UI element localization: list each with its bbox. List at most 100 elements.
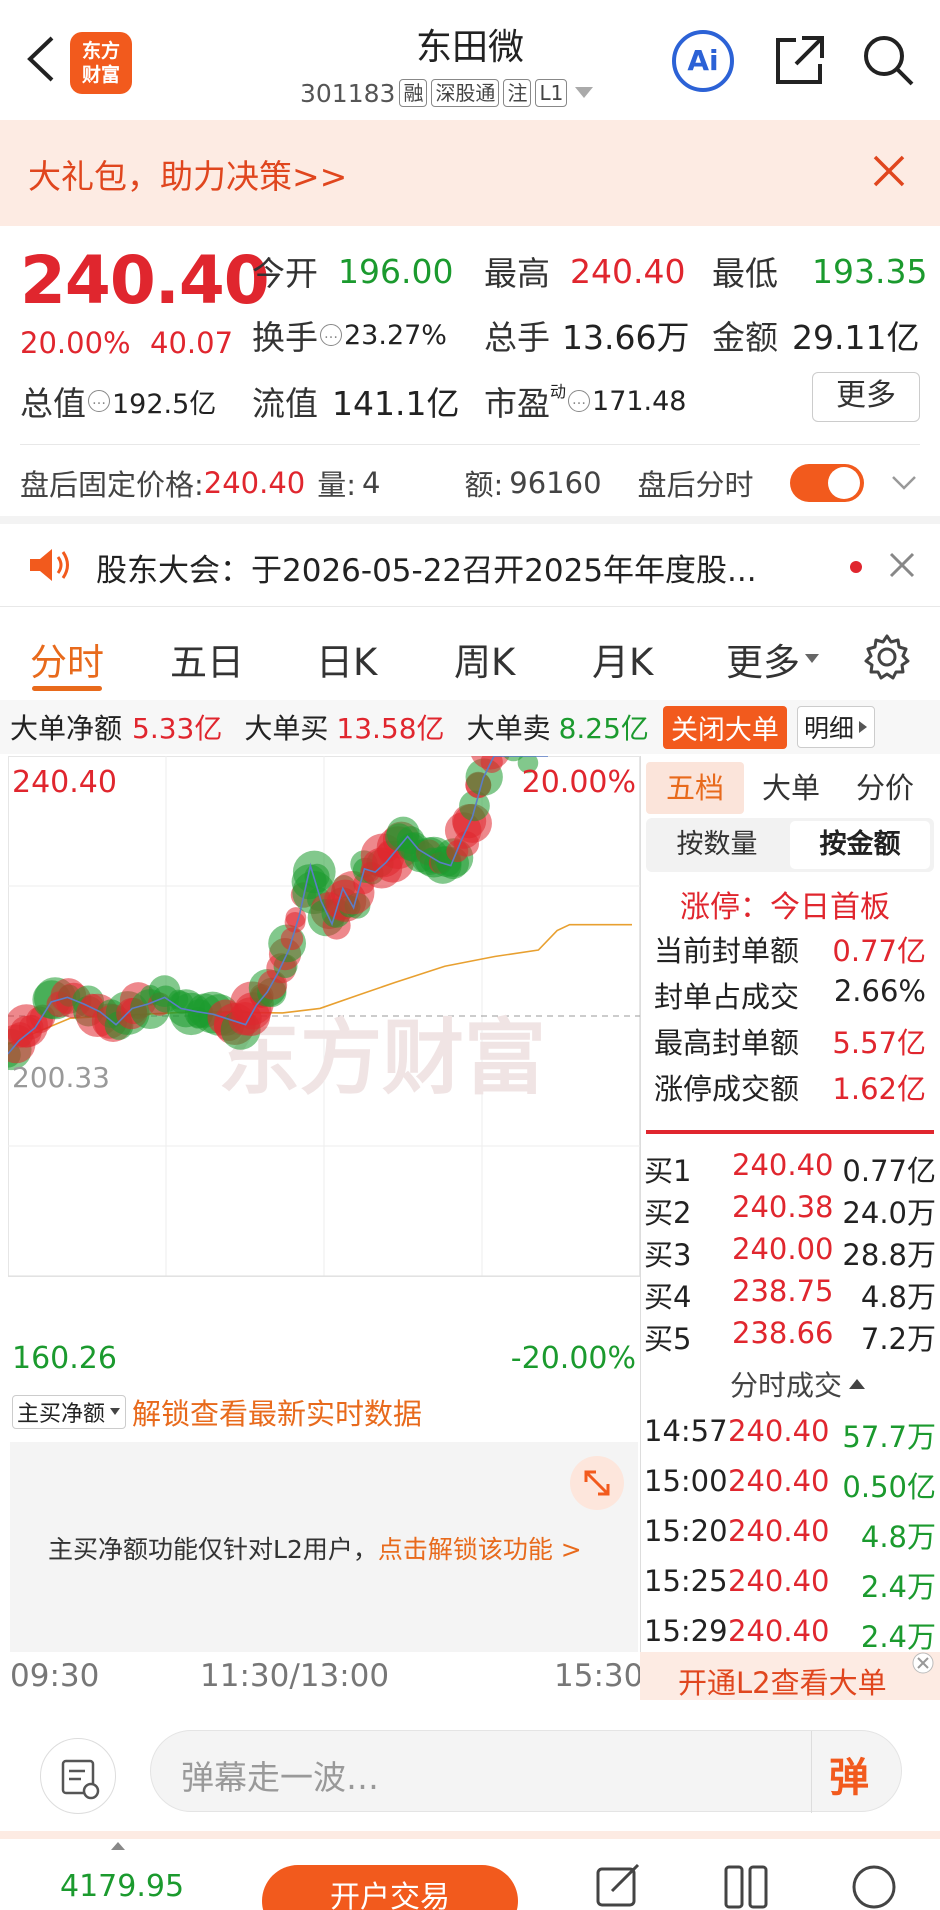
more-circle-icon[interactable]: [850, 1861, 898, 1909]
danmu-bar: 弹幕走一波… 弹: [0, 1700, 940, 1840]
big-order-sell: 8.25亿: [558, 712, 649, 745]
info-icon: …: [320, 324, 342, 346]
notice-bar[interactable]: 股东大会：于2026-05-22召开2025年年度股...: [0, 525, 940, 605]
market-cap-field[interactable]: 总值 … 192.5亿: [20, 376, 216, 426]
turnover-value: 23.27%: [344, 319, 447, 351]
bid-row[interactable]: 买2 240.38 24.0万: [644, 1190, 936, 1236]
chevron-down-icon: [575, 87, 594, 98]
turnover-field[interactable]: 换手 … 23.27%: [252, 310, 447, 360]
close-icon[interactable]: [912, 1652, 934, 1674]
order-book-panel: 五档 大单 分价 按数量 按金额 涨停：今日首板 当前封单额 0.77亿 封单占…: [640, 756, 940, 1702]
ai-button[interactable]: Ai: [672, 30, 734, 92]
y-axis-top-label: 240.40: [12, 765, 117, 800]
volume-field: 总手 13.66万: [484, 310, 689, 360]
stock-code-line[interactable]: 301183 融 深股通 注 L1: [300, 76, 595, 110]
bid-label: 买3: [644, 1238, 692, 1272]
bid-label: 买5: [644, 1322, 692, 1356]
bid-label: 买2: [644, 1196, 692, 1230]
by-amount-toggle[interactable]: 按金额: [790, 821, 930, 869]
tab-intraday[interactable]: 分时: [30, 632, 104, 686]
tab-five-level[interactable]: 五档: [646, 762, 744, 814]
danmu-send-button[interactable]: 弹: [829, 1745, 869, 1803]
danmu-placeholder: 弹幕走一波…: [181, 1758, 379, 1797]
bid-volume: 28.8万: [842, 1238, 936, 1272]
tick-price: 240.40: [728, 1414, 830, 1448]
bid-row[interactable]: 买3 240.00 28.8万: [644, 1232, 936, 1278]
time-axis-mid: 11:30/13:00: [200, 1658, 390, 1694]
ticks-title[interactable]: 分时成交: [730, 1364, 866, 1404]
tick-time: 14:57: [644, 1414, 728, 1448]
bid-row[interactable]: 买4 238.75 4.8万: [644, 1274, 936, 1320]
tick-time: 15:20: [644, 1514, 728, 1548]
tab-price-dist[interactable]: 分价: [856, 762, 914, 814]
pct-axis-top-label: 20.00%: [522, 765, 636, 800]
pe-field[interactable]: 市盈 动 … 171.48: [484, 376, 687, 426]
high-field: 最高 240.40: [484, 246, 685, 296]
tab-big-order[interactable]: 大单: [762, 762, 820, 814]
intraday-chart[interactable]: 东方财富 240.40 20.00% 200.33 160.26 -20.00%: [0, 728, 640, 1386]
tick-price: 240.40: [728, 1614, 830, 1648]
chevron-down-icon[interactable]: [890, 474, 918, 492]
bid-volume: 24.0万: [842, 1196, 936, 1230]
bid-price: 240.00: [732, 1232, 834, 1266]
tab-daily-k[interactable]: 日K: [316, 632, 377, 686]
intraday-chart-svg[interactable]: 东方财富 240.40 20.00% 200.33 160.26 -20.00%: [0, 728, 640, 1386]
close-icon[interactable]: [888, 551, 916, 579]
by-quantity-toggle[interactable]: 按数量: [646, 818, 788, 872]
close-big-order-button[interactable]: 关闭大单: [662, 705, 787, 749]
limit-row: 封单占成交 2.66%: [654, 974, 934, 1020]
open-account-button[interactable]: 开户交易: [262, 1865, 518, 1910]
gear-icon[interactable]: [862, 632, 912, 682]
l2-banner[interactable]: 开通L2查看大单: [640, 1652, 940, 1702]
more-button[interactable]: 更多: [812, 372, 920, 422]
tab-five-day[interactable]: 五日: [170, 632, 244, 686]
volume-label: 总手: [484, 318, 550, 357]
limit-row-label: 最高封单额: [654, 1026, 800, 1060]
bid-label: 买1: [644, 1154, 692, 1188]
detail-button[interactable]: 明细: [796, 706, 875, 748]
tab-weekly-k[interactable]: 周K: [454, 632, 515, 686]
bid-row[interactable]: 买1 240.40 0.77亿: [644, 1148, 936, 1194]
caret-up-icon: [849, 1379, 866, 1389]
open-field: 今开 196.00: [252, 246, 453, 296]
limit-row: 当前封单额 0.77亿: [654, 928, 934, 974]
indicator-dropdown[interactable]: 主买净额: [12, 1395, 127, 1429]
tick-time: 15:29: [644, 1614, 728, 1648]
expand-button[interactable]: [570, 1456, 624, 1510]
search-icon[interactable]: [860, 32, 916, 88]
limit-row-value: 2.66%: [833, 974, 926, 1008]
low-value: 193.35: [812, 251, 928, 291]
tab-more[interactable]: 更多: [726, 632, 820, 686]
promo-banner[interactable]: 大礼包，助力决策>>: [0, 120, 940, 226]
limit-row-label: 当前封单额: [654, 934, 800, 968]
divider: [20, 444, 920, 445]
bid-price: 240.40: [732, 1148, 834, 1182]
danmu-settings-button[interactable]: [40, 1738, 116, 1814]
after-hours-toggle[interactable]: [790, 464, 864, 502]
share-icon[interactable]: [772, 32, 828, 88]
tab-monthly-k[interactable]: 月K: [592, 632, 653, 686]
pe-value: 171.48: [592, 385, 687, 417]
tick-price: 240.40: [728, 1514, 830, 1548]
high-value: 240.40: [570, 251, 686, 291]
tick-time: 15:25: [644, 1564, 728, 1598]
danmu-input[interactable]: 弹幕走一波… 弹: [150, 1730, 902, 1813]
tick-row: 14:57 240.40 57.7万: [644, 1414, 936, 1460]
bid-price: 238.66: [732, 1316, 834, 1350]
unlock-data-link[interactable]: 解锁查看最新实时数据: [132, 1391, 422, 1433]
limit-row-label: 涨停成交额: [654, 1072, 800, 1106]
l2-locked-panel[interactable]: 主买净额功能仅针对L2用户，点击解锁该功能 >: [10, 1442, 638, 1652]
tag-level: L1: [535, 79, 568, 107]
l2-unlock-link[interactable]: 点击解锁该功能 >: [378, 1535, 582, 1564]
bid-row[interactable]: 买5 238.66 7.2万: [644, 1316, 936, 1362]
close-icon[interactable]: [872, 154, 906, 188]
limit-row-value: 1.62亿: [832, 1072, 926, 1106]
change-percent: 20.00%: [20, 326, 131, 360]
l2-banner-text: 开通L2查看大单: [678, 1666, 887, 1700]
compare-icon[interactable]: [722, 1861, 770, 1909]
edit-icon[interactable]: [594, 1861, 642, 1909]
after-hours-amt-label: 额:: [464, 468, 504, 502]
unread-dot: [850, 561, 862, 573]
info-icon: …: [568, 390, 591, 412]
index-value[interactable]: 4179.95: [60, 1869, 184, 1904]
